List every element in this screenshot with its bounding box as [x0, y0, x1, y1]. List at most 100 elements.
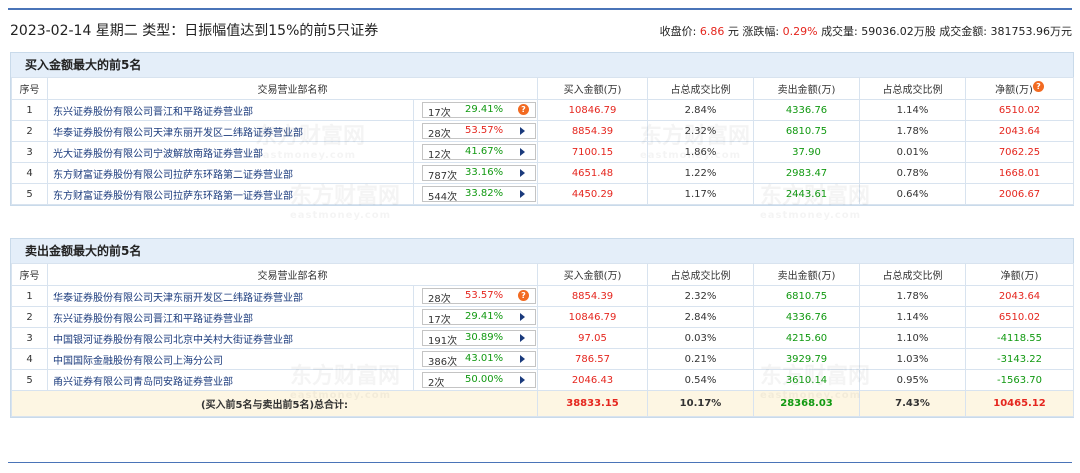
total-sell: 28368.03 [753, 390, 860, 417]
history-cell: 191次 30.89% [413, 327, 538, 349]
table-row: 1 华泰证券股份有限公司天津东丽开发区二纬路证券营业部 28次 53.57%? 8854… [11, 285, 1074, 307]
sell-section-title: 卖出金额最大的前5名 [11, 239, 1073, 263]
col-buy-ratio: 占总成交比例 [647, 263, 754, 286]
win-rate: 53.57% [465, 125, 504, 136]
net-amount: 7062.25 [965, 141, 1074, 163]
net-amount: 2006.67 [965, 183, 1074, 205]
header: 2023-02-14 星期二 类型：日振幅值达到15%的前5只证券 收盘价: 6… [10, 20, 1072, 44]
arrow-right-icon[interactable] [520, 190, 525, 198]
history-stats[interactable]: 12次 41.67% [422, 144, 536, 161]
history-cell: 544次 33.82% [413, 183, 538, 205]
sell-amount: 2983.47 [753, 162, 860, 184]
appearance-count: 191次 [428, 336, 458, 347]
table-row: 2 东兴证券股份有限公司晋江和平路证券营业部 17次 29.41% 10846.79 2.… [11, 306, 1074, 328]
appearance-count: 544次 [428, 192, 458, 203]
buy-amount: 7100.15 [537, 141, 648, 163]
branch-name-link[interactable]: 东方财富证券股份有限公司拉萨东环路第一证券营业部 [47, 183, 414, 205]
branch-name-link[interactable]: 中国银河证券股份有限公司北京中关村大街证券营业部 [47, 327, 414, 349]
net-amount: -3143.22 [965, 348, 1074, 370]
table-row: 3 中国银河证券股份有限公司北京中关村大街证券营业部 191次 30.89% 97.05… [11, 327, 1074, 349]
history-stats[interactable]: 191次 30.89% [422, 330, 536, 347]
win-rate: 30.89% [465, 332, 504, 343]
sell-amount: 2443.61 [753, 183, 860, 205]
row-seq: 5 [11, 369, 48, 391]
arrow-right-icon[interactable] [520, 334, 525, 342]
net-amount: -4118.55 [965, 327, 1074, 349]
page: 2023-02-14 星期二 类型：日振幅值达到15%的前5只证券 收盘价: 6… [0, 0, 1080, 473]
sell-section: 卖出金额最大的前5名 序号 交易营业部名称 买入金额(万) 占总成交比例 卖出金… [10, 238, 1074, 418]
win-rate: 29.41% [465, 311, 504, 322]
volume-label: 成交量: [821, 25, 858, 38]
appearance-count: 17次 [428, 108, 451, 119]
buy-ratio: 2.84% [647, 99, 754, 121]
net-amount: 2043.64 [965, 285, 1074, 307]
history-cell: 2次 50.00% [413, 369, 538, 391]
row-seq: 3 [11, 327, 48, 349]
net-amount: -1563.70 [965, 369, 1074, 391]
history-cell: 787次 33.16% [413, 162, 538, 184]
appearance-count: 787次 [428, 171, 458, 182]
buy-ratio: 2.32% [647, 285, 754, 307]
sell-amount: 6810.75 [753, 285, 860, 307]
row-seq: 1 [11, 285, 48, 307]
win-rate: 33.16% [465, 167, 504, 178]
table-row: 1 东兴证券股份有限公司晋江和平路证券营业部 17次 29.41%? 10846.79 2… [11, 99, 1074, 121]
sell-ratio: 0.01% [859, 141, 966, 163]
history-cell: 28次 53.57% [413, 120, 538, 142]
table-row: 5 甬兴证券有限公司青岛同安路证券营业部 2次 50.00% 2046.43 0.54% 3… [11, 369, 1074, 391]
history-stats[interactable]: 2次 50.00% [422, 372, 536, 389]
win-rate: 33.82% [465, 188, 504, 199]
appearance-count: 12次 [428, 150, 451, 161]
branch-name-link[interactable]: 光大证券股份有限公司宁波解放南路证券营业部 [47, 141, 414, 163]
branch-name-link[interactable]: 东兴证券股份有限公司晋江和平路证券营业部 [47, 99, 414, 121]
arrow-right-icon[interactable] [520, 376, 525, 384]
amount-label: 成交金额: [939, 25, 987, 38]
sell-ratio: 0.95% [859, 369, 966, 391]
branch-name-link[interactable]: 中国国际金融股份有限公司上海分公司 [47, 348, 414, 370]
win-rate: 53.57% [465, 290, 504, 301]
sell-ratio: 1.78% [859, 120, 966, 142]
buy-ratio: 1.86% [647, 141, 754, 163]
history-stats[interactable]: 386次 43.01% [422, 351, 536, 368]
arrow-right-icon[interactable] [520, 127, 525, 135]
history-stats[interactable]: 17次 29.41%? [422, 102, 536, 119]
sell-amount: 6810.75 [753, 120, 860, 142]
branch-name-link[interactable]: 甬兴证券有限公司青岛同安路证券营业部 [47, 369, 414, 391]
row-seq: 4 [11, 162, 48, 184]
sell-ratio: 1.10% [859, 327, 966, 349]
volume-value: 59036.02万股 [861, 25, 936, 38]
history-stats[interactable]: 28次 53.57% [422, 123, 536, 140]
arrow-right-icon[interactable] [520, 313, 525, 321]
buy-ratio: 1.22% [647, 162, 754, 184]
history-stats[interactable]: 17次 29.41% [422, 309, 536, 326]
buy-amount: 4651.48 [537, 162, 648, 184]
bottom-divider [8, 462, 1072, 463]
appearance-count: 2次 [428, 378, 445, 389]
win-rate: 29.41% [465, 104, 504, 115]
branch-name-link[interactable]: 华泰证券股份有限公司天津东丽开发区二纬路证券营业部 [47, 285, 414, 307]
buy-section-title: 买入金额最大的前5名 [11, 53, 1073, 77]
buy-ratio: 0.03% [647, 327, 754, 349]
bubble-icon[interactable]: ? [518, 104, 529, 115]
col-net: 净额(万) [965, 263, 1074, 286]
col-buy: 买入金额(万) [537, 263, 648, 286]
branch-name-link[interactable]: 东方财富证券股份有限公司拉萨东环路第二证券营业部 [47, 162, 414, 184]
bubble-icon[interactable]: ? [1032, 81, 1044, 92]
history-stats[interactable]: 787次 33.16% [422, 165, 536, 182]
col-sell-ratio: 占总成交比例 [859, 77, 966, 100]
amount-value: 381753.96万元 [990, 25, 1073, 38]
branch-name-link[interactable]: 华泰证券股份有限公司天津东丽开发区二纬路证券营业部 [47, 120, 414, 142]
history-stats[interactable]: 28次 53.57%? [422, 288, 536, 305]
appearance-count: 17次 [428, 315, 451, 326]
total-sell-ratio: 7.43% [859, 390, 966, 417]
col-seq: 序号 [11, 77, 48, 100]
arrow-right-icon[interactable] [520, 169, 525, 177]
branch-name-link[interactable]: 东兴证券股份有限公司晋江和平路证券营业部 [47, 306, 414, 328]
page-title: 2023-02-14 星期二 类型：日振幅值达到15%的前5只证券 [10, 23, 379, 39]
arrow-right-icon[interactable] [520, 148, 525, 156]
arrow-right-icon[interactable] [520, 355, 525, 363]
history-stats[interactable]: 544次 33.82% [422, 186, 536, 203]
buy-amount: 10846.79 [537, 99, 648, 121]
top-divider [8, 8, 1072, 10]
bubble-icon[interactable]: ? [518, 290, 529, 301]
